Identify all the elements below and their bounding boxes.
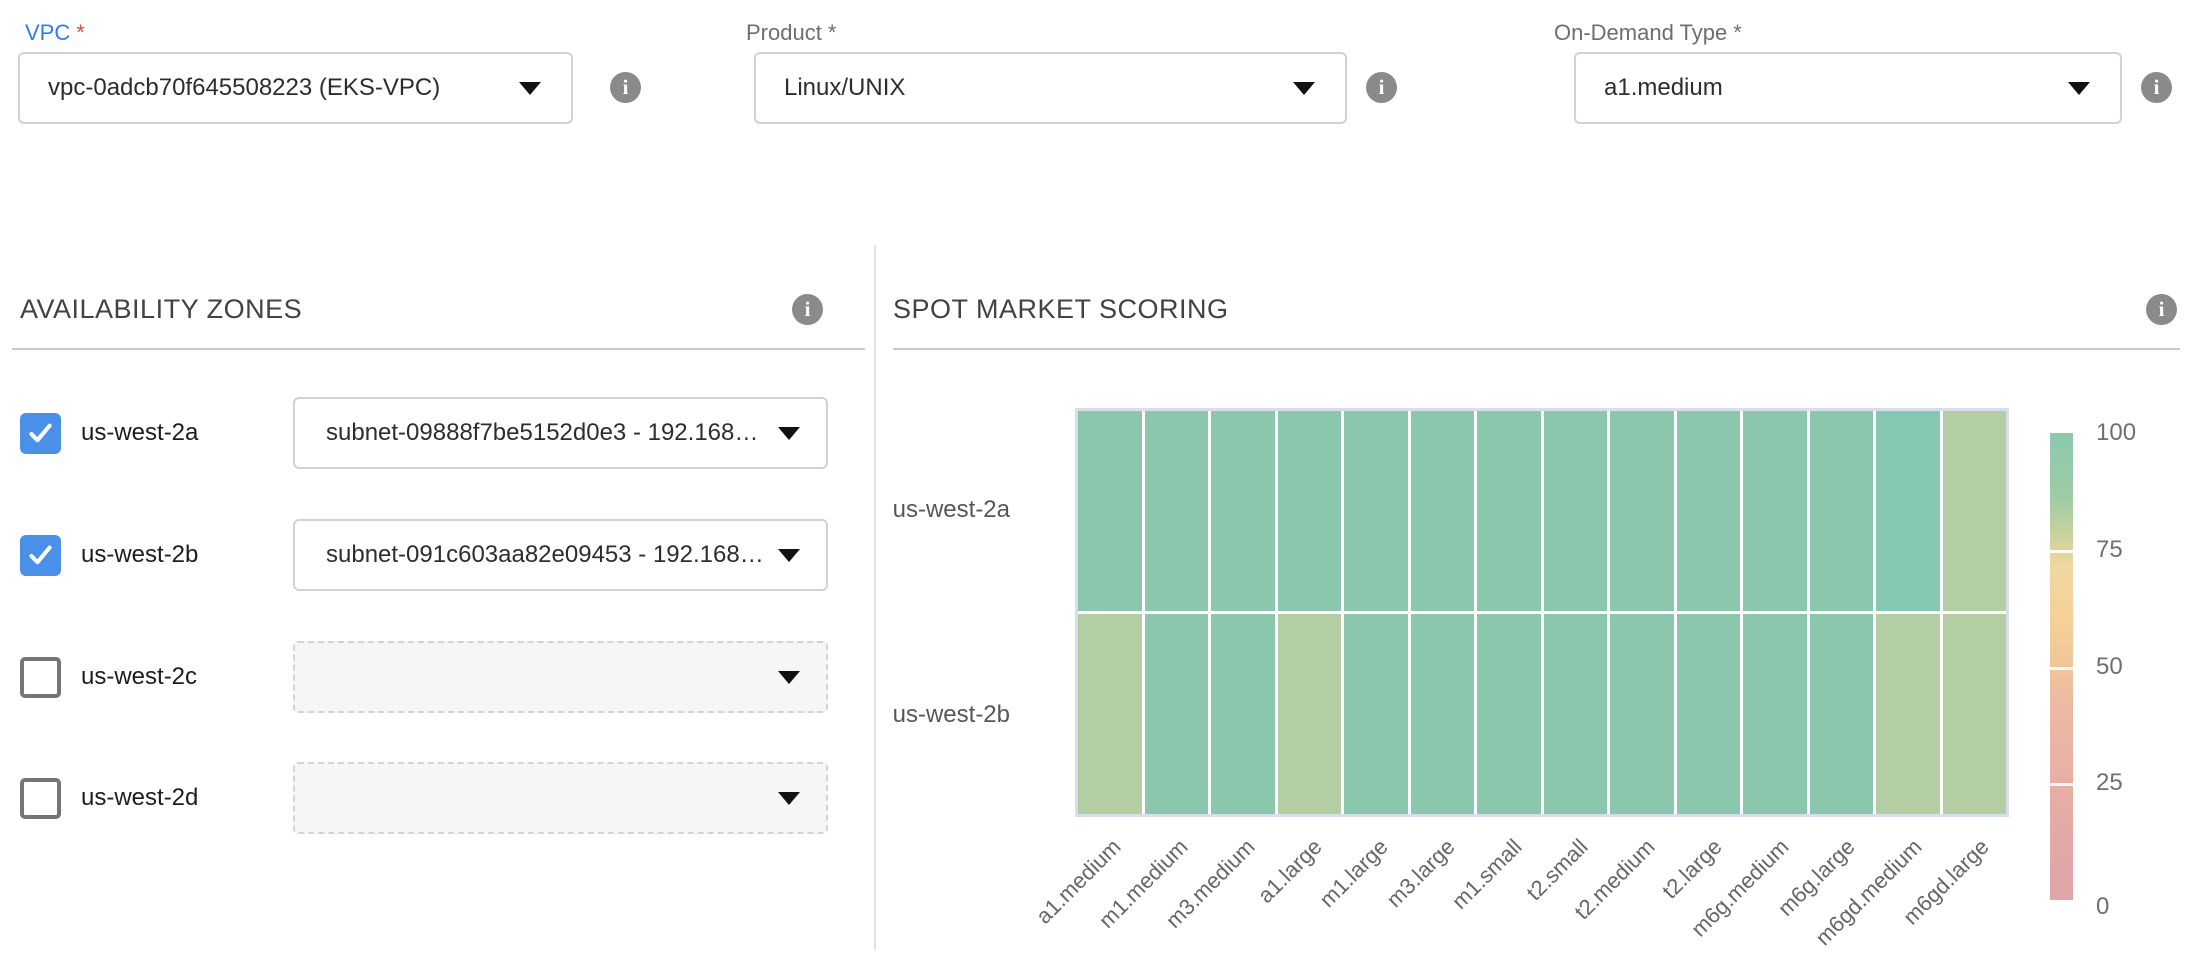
product-info-icon[interactable]: i (1366, 72, 1397, 103)
availability-zone-row-us-west-2b: us-west-2b subnet-091c603aa82e09453 - 192… (0, 519, 875, 591)
on-demand-type-label-text: On-Demand Type (1554, 20, 1727, 45)
heatmap-cell-us-west-2b-a1.medium (1078, 614, 1142, 814)
zone-label-us-west-2a: us-west-2a (81, 397, 198, 469)
panel-divider (874, 245, 876, 950)
colorbar-separator (2050, 783, 2073, 786)
vpc-label: VPC* (25, 20, 85, 46)
spot-market-scoring-title: SPOT MARKET SCORING (893, 294, 1229, 325)
chevron-down-icon (519, 82, 541, 95)
heatmap-cell-us-west-2a-a1.large (1278, 411, 1342, 611)
chevron-down-icon (778, 549, 800, 562)
product-select-value: Linux/UNIX (756, 74, 1293, 102)
vpc-select-value: vpc-0adcb70f645508223 (EKS-VPC) (20, 74, 519, 102)
heatmap-cell-us-west-2b-a1.large (1278, 614, 1342, 814)
heatmap-row-label-us-west-2b: us-west-2b (830, 700, 1010, 730)
spot-market-scoring-divider (893, 348, 2180, 350)
heatmap-cell-us-west-2b-m6g.large (1810, 614, 1874, 814)
zone-label-us-west-2d: us-west-2d (81, 762, 198, 834)
colorbar-separator (2050, 667, 2073, 670)
heatmap-cell-us-west-2b-m6gd.medium (1876, 614, 1940, 814)
product-label-text: Product (746, 20, 822, 45)
colorbar-separator (2050, 550, 2073, 553)
availability-zones-info-icon[interactable]: i (792, 294, 823, 325)
checkmark-icon (26, 419, 55, 448)
heatmap-cell-us-west-2a-m3.large (1411, 411, 1475, 611)
on-demand-type-info-icon[interactable]: i (2141, 72, 2172, 103)
spot-market-configuration-screen: VPC* vpc-0adcb70f645508223 (EKS-VPC) i P… (0, 0, 2196, 964)
heatmap-cell-us-west-2b-m1.large (1344, 614, 1408, 814)
chevron-down-icon (2068, 82, 2090, 95)
heatmap-cell-us-west-2a-m6gd.large (1943, 411, 2007, 611)
availability-zone-row-us-west-2c: us-west-2c (0, 641, 875, 713)
availability-zone-row-us-west-2d: us-west-2d (0, 762, 875, 834)
heatmap-cell-us-west-2b-m1.small (1477, 614, 1541, 814)
zone-label-us-west-2b: us-west-2b (81, 519, 198, 591)
on-demand-type-label: On-Demand Type* (1554, 20, 1742, 46)
subnet-select-us-west-2d[interactable] (293, 762, 828, 834)
spot-market-heatmap (1075, 408, 2009, 817)
chevron-down-icon (778, 427, 800, 440)
heatmap-cell-us-west-2a-t2.large (1677, 411, 1741, 611)
on-demand-type-required-asterisk: * (1733, 20, 1742, 45)
subnet-select-us-west-2c[interactable] (293, 641, 828, 713)
checked-checkbox-us-west-2b[interactable] (20, 535, 61, 576)
chevron-down-icon (778, 671, 800, 684)
availability-zones-divider (12, 348, 865, 350)
heatmap-cell-us-west-2a-m1.small (1477, 411, 1541, 611)
unchecked-checkbox-us-west-2d[interactable] (20, 778, 61, 819)
checkmark-icon (26, 541, 55, 570)
subnet-select-value: subnet-091c603aa82e09453 - 192.168… (295, 541, 778, 569)
vpc-required-asterisk: * (76, 20, 85, 45)
heatmap-cell-us-west-2b-t2.large (1677, 614, 1741, 814)
heatmap-cell-us-west-2a-t2.small (1544, 411, 1608, 611)
heatmap-cell-us-west-2a-t2.medium (1610, 411, 1674, 611)
heatmap-cell-us-west-2b-m6gd.large (1943, 614, 2007, 814)
subnet-select-us-west-2b[interactable]: subnet-091c603aa82e09453 - 192.168… (293, 519, 828, 591)
zone-label-us-west-2c: us-west-2c (81, 641, 197, 713)
on-demand-type-select[interactable]: a1.medium (1574, 52, 2122, 124)
product-required-asterisk: * (828, 20, 837, 45)
heatmap-cell-us-west-2b-t2.small (1544, 614, 1608, 814)
heatmap-cell-us-west-2b-m3.medium (1211, 614, 1275, 814)
heatmap-cell-us-west-2b-m6g.medium (1743, 614, 1807, 814)
checked-checkbox-us-west-2a[interactable] (20, 413, 61, 454)
colorbar-tick-100: 100 (2096, 418, 2166, 448)
colorbar-tick-50: 50 (2096, 652, 2166, 682)
vpc-label-text: VPC (25, 20, 70, 45)
heatmap-cell-us-west-2a-m6g.medium (1743, 411, 1807, 611)
chevron-down-icon (1293, 82, 1315, 95)
availability-zones-title: AVAILABILITY ZONES (20, 294, 302, 325)
availability-zone-row-us-west-2a: us-west-2a subnet-09888f7be5152d0e3 - 192… (0, 397, 875, 469)
subnet-select-value: subnet-09888f7be5152d0e3 - 192.168… (295, 419, 778, 447)
heatmap-cell-us-west-2a-m1.medium (1145, 411, 1209, 611)
vpc-select[interactable]: vpc-0adcb70f645508223 (EKS-VPC) (18, 52, 573, 124)
heatmap-cell-us-west-2a-m1.large (1344, 411, 1408, 611)
heatmap-cell-us-west-2a-m6gd.medium (1876, 411, 1940, 611)
heatmap-cell-us-west-2a-m6g.large (1810, 411, 1874, 611)
colorbar-tick-75: 75 (2096, 535, 2166, 565)
colorbar-tick-0: 0 (2096, 892, 2166, 922)
heatmap-cell-us-west-2a-m3.medium (1211, 411, 1275, 611)
on-demand-type-select-value: a1.medium (1576, 74, 2068, 102)
heatmap-colorbar (2050, 433, 2073, 900)
heatmap-row-label-us-west-2a: us-west-2a (830, 495, 1010, 525)
unchecked-checkbox-us-west-2c[interactable] (20, 657, 61, 698)
heatmap-cell-us-west-2b-t2.medium (1610, 614, 1674, 814)
product-label: Product* (746, 20, 836, 46)
spot-market-scoring-info-icon[interactable]: i (2146, 294, 2177, 325)
heatmap-cell-us-west-2a-a1.medium (1078, 411, 1142, 611)
subnet-select-us-west-2a[interactable]: subnet-09888f7be5152d0e3 - 192.168… (293, 397, 828, 469)
heatmap-cell-us-west-2b-m3.large (1411, 614, 1475, 814)
heatmap-cell-us-west-2b-m1.medium (1145, 614, 1209, 814)
chevron-down-icon (778, 792, 800, 805)
product-select[interactable]: Linux/UNIX (754, 52, 1347, 124)
vpc-info-icon[interactable]: i (610, 72, 641, 103)
colorbar-tick-25: 25 (2096, 768, 2166, 798)
